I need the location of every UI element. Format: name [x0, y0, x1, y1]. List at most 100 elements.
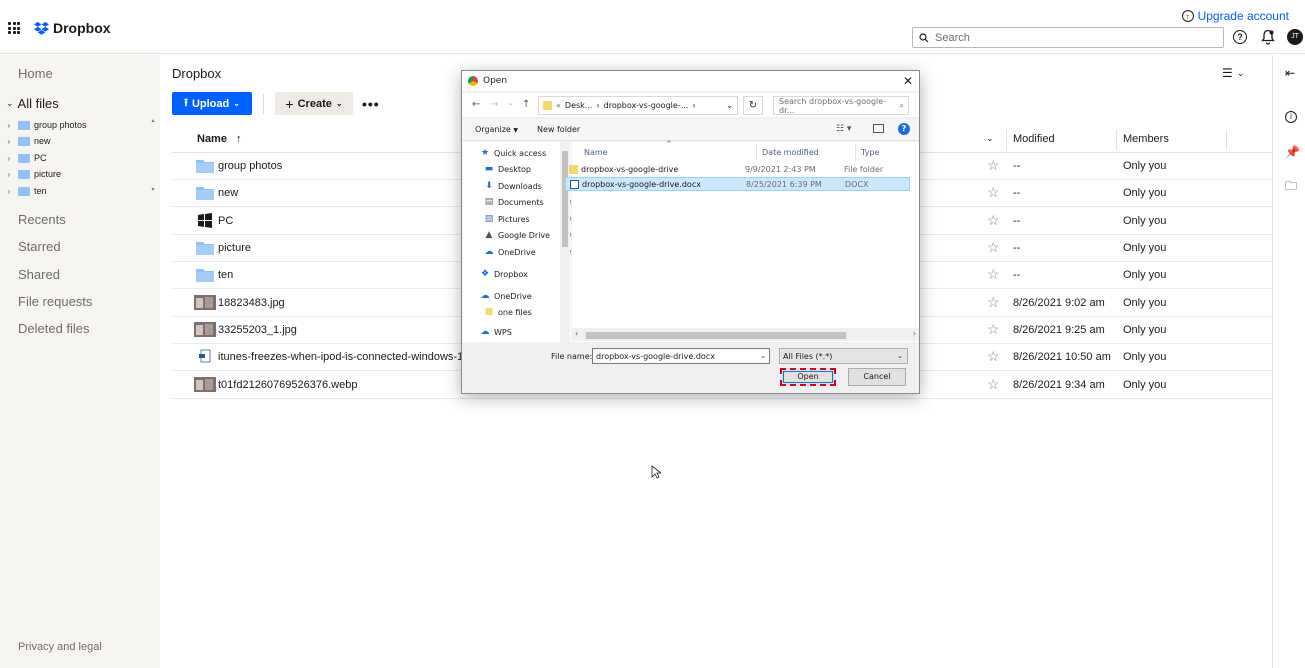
nav-shared[interactable]: Shared — [18, 267, 60, 282]
nav-starred[interactable]: Starred — [18, 239, 61, 254]
upgrade-account-link[interactable]: ↑ Upgrade account — [1181, 9, 1289, 23]
file-name[interactable]: PC — [218, 215, 233, 227]
dialog-file-row[interactable]: dropbox-vs-google-drive 9/9/2021 2:43 PM F… — [565, 163, 910, 177]
tree-item[interactable]: › new — [4, 133, 51, 149]
up-arrow-icon[interactable]: ↑ — [522, 99, 530, 110]
tree-item[interactable]: › PC — [4, 150, 47, 166]
column-header-type[interactable]: Type — [861, 148, 879, 157]
file-type-select[interactable]: All Files (*.*) ⌄ — [779, 348, 908, 364]
chevron-down-icon[interactable]: ⌄ — [760, 352, 766, 360]
tree-item[interactable]: › group photos — [4, 117, 87, 133]
star-icon[interactable]: ☆ — [987, 266, 1000, 283]
file-list-scroll-thumb[interactable] — [586, 332, 846, 339]
folder-settings-icon[interactable]: 🗀 — [1285, 177, 1297, 198]
search-input[interactable]: Search — [912, 27, 1224, 48]
scroll-left-icon[interactable]: ‹ — [575, 329, 578, 338]
app-grid-icon[interactable] — [8, 22, 20, 34]
dialog-title-bar[interactable]: Open — [462, 71, 919, 91]
star-icon[interactable]: ☆ — [987, 321, 1000, 338]
address-bar[interactable]: « Desk... › dropbox-vs-google-... › ⌄ — [538, 96, 738, 115]
file-name[interactable]: itunes-freezes-when-ipod-is-connected-wi… — [218, 351, 478, 363]
file-name[interactable]: group photos — [218, 160, 282, 172]
organize-button[interactable]: Organize ▼ — [475, 125, 518, 134]
more-options-button[interactable]: ••• — [362, 96, 380, 112]
chevron-right-icon[interactable]: › — [4, 121, 14, 130]
nav-pane-item[interactable]: ❖ Dropbox — [480, 269, 570, 279]
chevron-right-icon[interactable]: › — [4, 137, 14, 146]
file-name[interactable]: 33255203_1.jpg — [218, 324, 297, 336]
back-arrow-icon[interactable]: ← — [472, 99, 480, 110]
avatar[interactable]: JT — [1287, 29, 1303, 45]
close-icon[interactable]: ✕ — [903, 74, 913, 88]
refresh-icon[interactable]: ↻ — [743, 96, 763, 115]
column-divider[interactable] — [855, 144, 856, 160]
recent-locations-icon[interactable]: ⌄ — [508, 99, 514, 107]
file-name-input[interactable]: dropbox-vs-google-drive.docx ⌄ — [592, 348, 770, 364]
nav-file-requests[interactable]: File requests — [18, 294, 92, 309]
star-icon[interactable]: ☆ — [987, 212, 1000, 229]
address-segment[interactable]: dropbox-vs-google-... — [604, 101, 689, 110]
nav-all-files[interactable]: ⌄ All files — [6, 96, 59, 111]
address-segment[interactable]: Desk... — [565, 101, 593, 110]
column-chooser-icon[interactable]: ⌄ — [986, 133, 994, 144]
column-header-date[interactable]: Date modified — [762, 148, 819, 157]
star-icon[interactable]: ☆ — [987, 294, 1000, 311]
nav-pane-item[interactable]: ▬Desktop📌 — [484, 164, 571, 174]
scroll-down-icon[interactable]: ▾ — [148, 186, 158, 193]
help-icon[interactable]: ? — [898, 123, 910, 135]
info-icon[interactable]: i — [1285, 111, 1297, 123]
chevron-right-icon[interactable]: › — [4, 154, 14, 163]
star-icon[interactable]: ☆ — [987, 239, 1000, 256]
nav-home[interactable]: Home — [18, 66, 53, 81]
file-name[interactable]: new — [218, 187, 238, 199]
nav-pane-item[interactable]: ■ one files — [484, 307, 571, 317]
privacy-link[interactable]: Privacy and legal — [18, 641, 102, 653]
star-icon[interactable]: ☆ — [987, 376, 1000, 393]
star-icon[interactable]: ☆ — [987, 348, 1000, 365]
scroll-up-icon[interactable]: ▴ — [148, 117, 158, 124]
column-header-modified[interactable]: Modified — [1013, 133, 1055, 145]
column-header-members[interactable]: Members — [1123, 133, 1169, 145]
bell-icon[interactable] — [1261, 29, 1275, 45]
preview-pane-icon[interactable] — [873, 124, 884, 133]
view-options-button[interactable]: ☰ ⌄ — [1222, 66, 1244, 80]
cancel-button[interactable]: Cancel — [848, 368, 906, 386]
create-button[interactable]: + Create ⌄ — [275, 92, 353, 115]
file-name[interactable]: picture — [218, 242, 251, 254]
file-name[interactable]: ten — [218, 269, 233, 281]
breadcrumb[interactable]: Dropbox — [172, 66, 221, 81]
nav-pane-item[interactable]: ▲Google Drive📌 — [484, 230, 571, 240]
chevron-right-icon[interactable]: › — [4, 187, 14, 196]
tree-scrollbar[interactable]: ▴ ▾ — [148, 117, 158, 200]
upload-button[interactable]: ⭱ Upload ⌄ — [172, 92, 252, 115]
dropbox-logo[interactable]: Dropbox — [34, 20, 111, 36]
column-header-name[interactable]: Name ↑ — [197, 133, 242, 145]
nav-pane-item[interactable]: ▧Pictures📌 — [484, 214, 571, 224]
dialog-file-row[interactable]: dropbox-vs-google-drive.docx 8/25/2021 6:… — [565, 177, 910, 191]
nav-pane-item[interactable]: ☁OneDrive📌 — [484, 247, 572, 257]
column-divider[interactable] — [756, 144, 757, 160]
column-header-name[interactable]: Name — [584, 148, 608, 157]
pin-icon[interactable]: 📌 — [1285, 145, 1300, 159]
file-name[interactable]: t01fd21260769526376.webp — [218, 379, 357, 391]
chevron-down-icon[interactable]: ⌄ — [726, 101, 733, 110]
chevron-right-icon[interactable]: › — [4, 170, 14, 179]
nav-recents[interactable]: Recents — [18, 212, 66, 227]
nav-pane-item[interactable]: ★ Quick access — [480, 148, 570, 158]
tree-item[interactable]: › picture — [4, 166, 61, 182]
tree-item[interactable]: › ten — [4, 183, 47, 199]
nav-pane-item[interactable]: ▤Documents📌 — [484, 197, 571, 207]
new-folder-button[interactable]: New folder — [537, 125, 580, 134]
dialog-search-input[interactable]: Search dropbox-vs-google-dr... ⌕ — [773, 96, 909, 115]
forward-arrow-icon[interactable]: → — [490, 99, 498, 110]
help-icon[interactable]: ? — [1233, 30, 1247, 44]
nav-pane-item[interactable]: ☁ OneDrive — [480, 291, 570, 301]
nav-pane-item[interactable]: ⬇Downloads📌 — [484, 181, 571, 191]
star-icon[interactable]: ☆ — [987, 157, 1000, 174]
file-name[interactable]: 18823483.jpg — [218, 297, 285, 309]
change-view-icon[interactable]: ☷ ▾ — [836, 124, 851, 134]
nav-deleted-files[interactable]: Deleted files — [18, 321, 90, 336]
open-button[interactable]: Open — [780, 368, 836, 386]
star-icon[interactable]: ☆ — [987, 184, 1000, 201]
collapse-panel-icon[interactable]: ⇤ — [1285, 66, 1295, 80]
